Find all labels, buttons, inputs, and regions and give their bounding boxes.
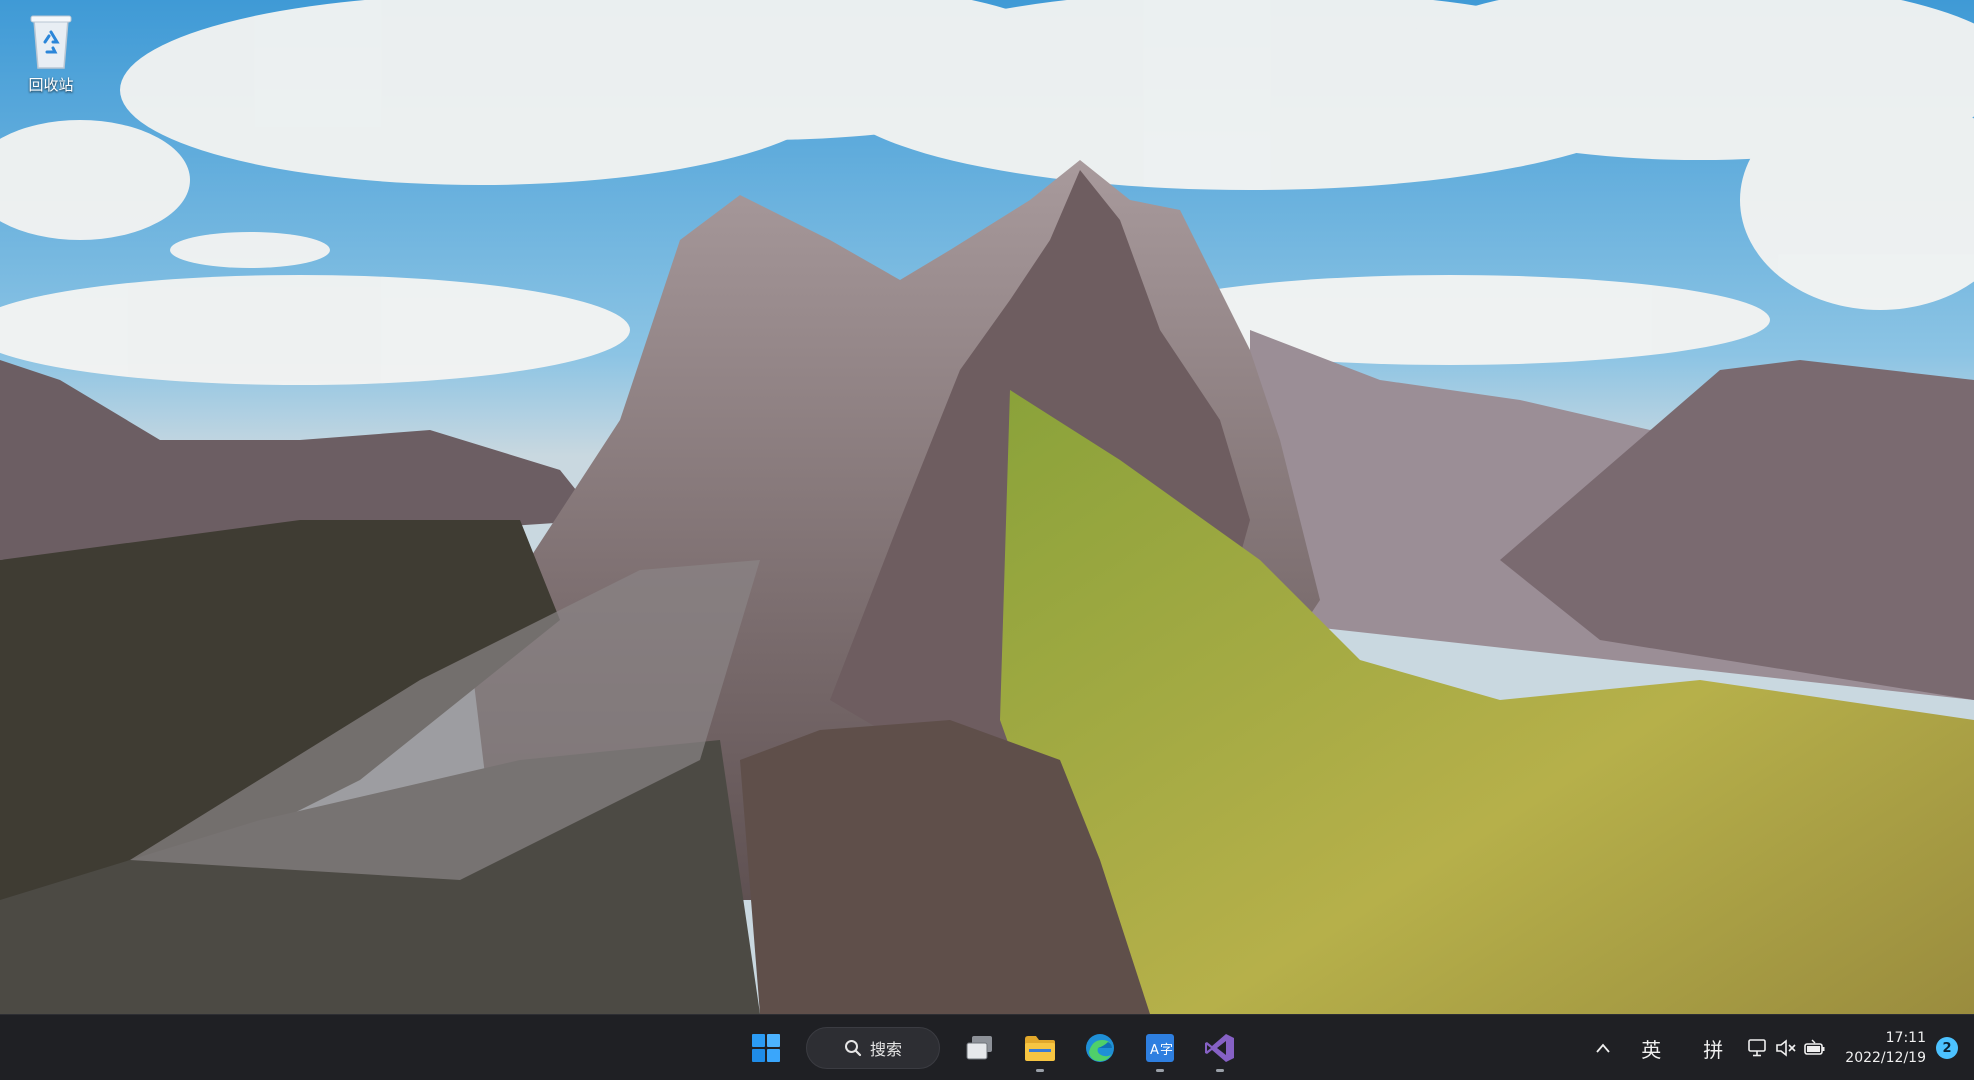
network-icon [1748,1039,1767,1057]
file-explorer-icon [1025,1036,1055,1061]
visual-studio-icon [1205,1034,1234,1062]
ime-mode-button[interactable]: 拼 [1689,1028,1737,1068]
system-tray: 英 拼 17:11 2022/12/19 2 [1579,1015,1974,1081]
desktop: 回收站 [0,0,1974,1014]
svg-text:A: A [1150,1043,1159,1058]
recycle-bin-icon [30,15,72,69]
task-view-button[interactable] [954,1022,1006,1074]
search-label: 搜索 [869,1040,902,1059]
taskbar-center: 搜索 A 字 [740,1015,1246,1081]
task-view-icon [966,1036,992,1060]
visual-studio-pin-indicator [1216,1069,1224,1072]
file-explorer-pin-indicator [1036,1069,1044,1072]
edge-button[interactable] [1074,1022,1126,1074]
show-hidden-icons-button[interactable] [1579,1028,1627,1068]
recycle-bin-shortcut[interactable]: 回收站 [18,10,84,106]
file-explorer-button[interactable] [1014,1022,1066,1074]
start-icon [752,1034,780,1062]
battery-icon [1804,1039,1825,1055]
start-button[interactable] [740,1022,792,1074]
chevron-up-icon [1596,1043,1610,1053]
search-icon [844,1040,862,1057]
mountain-wallpaper [0,0,1974,1014]
clock-button[interactable]: 17:11 2022/12/19 [1837,1028,1936,1068]
quick-settings-button[interactable] [1737,1028,1837,1068]
visual-studio-button[interactable] [1194,1022,1246,1074]
ime-label: 拼 [1703,1037,1724,1062]
edge-icon [1086,1034,1114,1062]
taskbar: 搜索 A 字 英 拼 17:11 2022/12/19 2 [0,1014,1974,1080]
volume-muted-icon [1776,1039,1796,1057]
svg-text:字: 字 [1160,1043,1173,1058]
language-label: 英 [1641,1037,1662,1062]
recycle-bin-label: 回收站 [28,76,74,94]
search-button[interactable]: 搜索 [806,1027,940,1069]
translate-app-button[interactable]: A 字 [1134,1022,1186,1074]
clock-date: 2022/12/19 [1845,1050,1926,1066]
notification-badge[interactable]: 2 [1936,1037,1958,1059]
translate-app-pin-indicator [1156,1069,1164,1072]
translate-app-icon: A 字 [1146,1034,1174,1062]
input-language-button[interactable]: 英 [1627,1028,1675,1068]
clock-time: 17:11 [1885,1030,1926,1046]
